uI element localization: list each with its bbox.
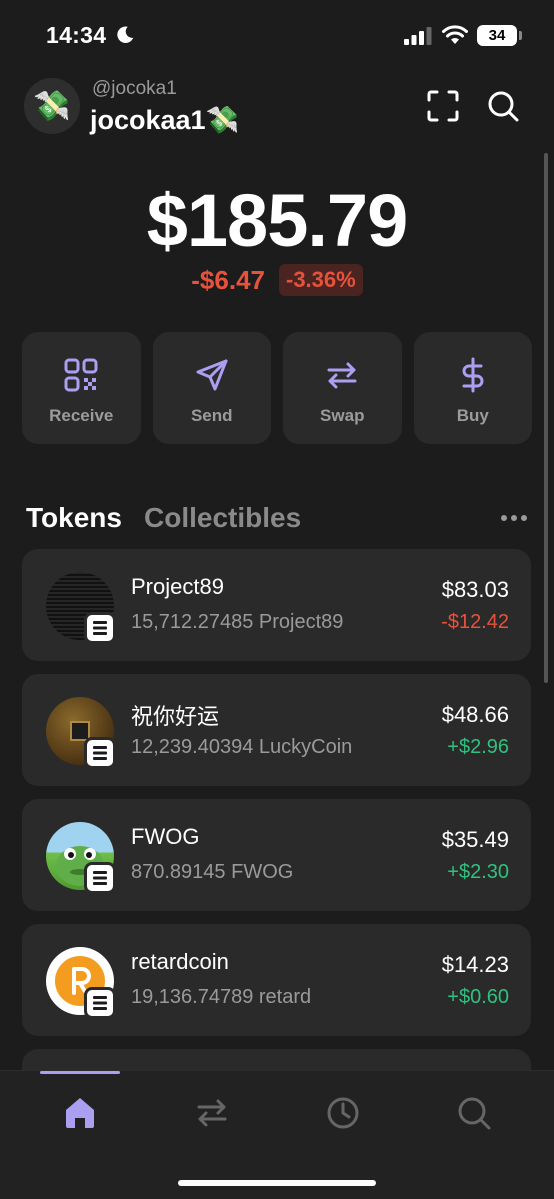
battery-indicator: 34	[477, 25, 517, 46]
token-name: FWOG	[131, 824, 200, 849]
tab-collectibles[interactable]: Collectibles	[144, 502, 301, 534]
token-row[interactable]: FWOG 870.89145 FWOG $35.49 +$2.30	[22, 799, 531, 911]
receive-button[interactable]: Receive	[22, 332, 141, 444]
token-amount: 870.89145 FWOG	[131, 861, 294, 883]
swap-button[interactable]: Swap	[283, 332, 402, 444]
balance-change-percent: -3.36%	[279, 264, 363, 296]
tab-tokens[interactable]: Tokens	[26, 502, 122, 534]
token-amount: 12,239.40394 LuckyCoin	[131, 736, 353, 758]
swap-icon	[327, 362, 357, 389]
scrollbar[interactable]	[544, 153, 548, 683]
buy-button[interactable]: Buy	[413, 332, 532, 444]
token-row[interactable]: Project89 15,712.27485 Project89 $83.03 …	[22, 549, 531, 661]
token-amount: 15,712.27485 Project89	[131, 611, 344, 633]
total-balance: $185.79	[146, 179, 409, 262]
dollar-icon	[462, 357, 484, 393]
search-icon[interactable]	[454, 1093, 494, 1133]
account-username[interactable]: jocokaa1💸	[90, 104, 239, 136]
search-icon[interactable]	[485, 88, 521, 124]
send-icon	[196, 359, 228, 391]
scan-icon[interactable]	[425, 88, 461, 124]
token-amount: 19,136.74789 retard	[131, 986, 312, 1008]
cellular-signal-icon	[404, 27, 432, 45]
token-change: +$0.60	[447, 986, 509, 1008]
home-indicator	[178, 1180, 376, 1186]
swap-icon[interactable]	[192, 1093, 232, 1133]
avatar-emoji: 💸	[33, 89, 71, 123]
more-options-icon[interactable]	[498, 508, 530, 528]
history-icon[interactable]	[323, 1093, 363, 1133]
balance-change-amount: -$6.47	[191, 264, 265, 295]
token-row[interactable]: 祝你好运 12,239.40394 LuckyCoin $48.66 +$2.9…	[22, 674, 531, 786]
balance-change-row: -$6.47 -3.36%	[0, 264, 554, 296]
receive-label: Receive	[49, 406, 114, 425]
action-buttons: Receive Send Swap Buy	[22, 332, 532, 444]
token-row[interactable]: retardcoin 19,136.74789 retard $14.23 +$…	[22, 924, 531, 1036]
token-value: $83.03	[441, 577, 509, 602]
status-time: 14:34	[46, 22, 107, 48]
home-icon[interactable]	[60, 1093, 100, 1133]
send-button[interactable]: Send	[152, 332, 271, 444]
token-value: $14.23	[441, 952, 509, 977]
battery-cap	[519, 31, 522, 40]
wifi-icon	[442, 25, 468, 44]
nav-active-indicator	[40, 1071, 120, 1074]
status-bar: 14:34 34	[0, 0, 554, 70]
token-name: 祝你好运	[131, 705, 220, 730]
token-name: retardcoin	[131, 949, 229, 974]
qr-code-icon	[64, 358, 98, 392]
token-change: -$12.42	[441, 611, 509, 633]
token-name: Project89	[131, 574, 224, 599]
swap-label: Swap	[320, 406, 365, 425]
token-value: $48.66	[441, 702, 509, 727]
buy-label: Buy	[456, 406, 489, 425]
solana-chain-icon	[84, 862, 116, 894]
avatar[interactable]: 💸	[24, 78, 80, 134]
token-change: +$2.96	[447, 736, 509, 758]
send-label: Send	[190, 406, 233, 425]
solana-chain-icon	[84, 987, 116, 1019]
token-change: +$2.30	[447, 861, 509, 883]
moon-icon	[117, 26, 134, 43]
solana-chain-icon	[84, 737, 116, 769]
solana-chain-icon	[84, 612, 116, 644]
token-value: $35.49	[441, 827, 509, 852]
account-handle[interactable]: @jocoka1	[92, 78, 177, 100]
